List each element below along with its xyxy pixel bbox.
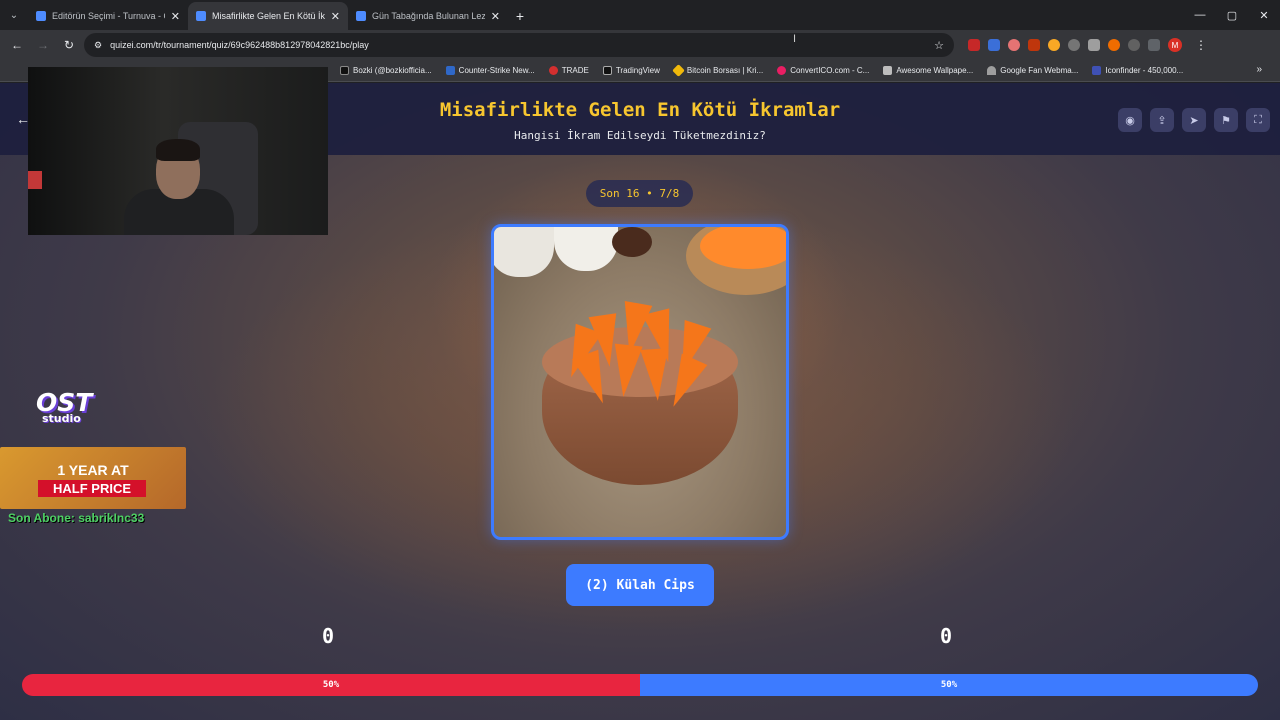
bookmark-item[interactable]: Awesome Wallpape... [883, 66, 973, 75]
bookmark-favicon [883, 66, 893, 75]
tab-search-icon[interactable]: ⌄ [0, 0, 28, 30]
binance-icon [671, 64, 685, 77]
extension-icon[interactable] [968, 39, 980, 51]
back-icon[interactable]: ← [6, 34, 28, 56]
cone-chips [557, 289, 720, 417]
vote-bar: 50% 50% [22, 674, 1258, 696]
bookmark-item[interactable]: ConvertICO.com - C... [777, 66, 869, 75]
sauce-shape [612, 227, 652, 257]
webcam-person [156, 139, 200, 161]
extension-icon[interactable] [1068, 39, 1080, 51]
extension-icon[interactable] [1088, 39, 1100, 51]
webcam-object [28, 171, 42, 189]
extension-icon[interactable] [1128, 39, 1140, 51]
browser-toolbar: ← → ↻ ⚙ quizei.com/tr/tournament/quiz/69… [0, 30, 1280, 60]
tab-1[interactable]: Editörün Seçimi - Turnuva - Qu ✕ [28, 2, 188, 30]
bookmark-item[interactable]: Counter-Strike New... [445, 66, 535, 75]
bookmark-star-icon[interactable]: ☆ [934, 39, 944, 52]
extension-icon[interactable] [1048, 39, 1060, 51]
extensions-puzzle-icon[interactable] [1148, 39, 1160, 51]
window-controls: — ▢ ✕ [1184, 0, 1280, 30]
tab-title: Misafirlikte Gelen En Kötü İkram [212, 11, 325, 21]
profile-avatar[interactable]: M [1168, 38, 1182, 52]
fullscreen-icon[interactable]: ⛶ [1246, 108, 1270, 132]
last-subscriber: Son Abone: sabrikInc33 [8, 511, 145, 525]
cone-chip [609, 343, 643, 399]
tab-favicon [356, 11, 366, 21]
close-icon[interactable]: ✕ [331, 10, 340, 23]
tab-favicon [196, 11, 206, 21]
extension-icon[interactable] [1108, 39, 1120, 51]
tradingview-icon [602, 66, 612, 75]
close-icon[interactable]: ✕ [171, 10, 180, 23]
bookmark-favicon [445, 66, 455, 75]
tab-favicon [36, 11, 46, 21]
extensions-row: M ⋮ [968, 34, 1212, 56]
reload-icon[interactable]: ↻ [58, 34, 80, 56]
chips-shape [700, 227, 786, 269]
promo-banner: 1 YEAR AT HALF PRICE [0, 447, 186, 509]
close-icon[interactable]: ✕ [491, 10, 500, 23]
promo-line2: HALF PRICE [38, 480, 146, 497]
promo-line1: 1 YEAR AT [57, 462, 129, 478]
bookmark-favicon [987, 66, 997, 75]
ost-studio-logo: OST studio [36, 390, 98, 430]
extension-icon[interactable] [1028, 39, 1040, 51]
extension-icon[interactable] [988, 39, 1000, 51]
choice-button[interactable]: (2) Külah Cips [566, 564, 714, 606]
vote-bar-right: 50% [640, 674, 1258, 696]
eye-icon[interactable]: ◉ [1118, 108, 1142, 132]
text-cursor-icon: I [793, 33, 797, 45]
tab-2[interactable]: Misafirlikte Gelen En Kötü İkram ✕ [188, 2, 348, 30]
vote-bar-left: 50% [22, 674, 640, 696]
send-icon[interactable]: ➤ [1182, 108, 1206, 132]
choice-image-card[interactable] [491, 224, 789, 540]
bookmark-item[interactable]: TRADE [548, 66, 589, 75]
bookmark-favicon [777, 66, 787, 75]
bookmark-favicon [548, 66, 558, 75]
bookmark-item[interactable]: Bozki (@bozkiofficia... [340, 66, 432, 75]
tab-bar: ⌄ Editörün Seçimi - Turnuva - Qu ✕ Misaf… [0, 0, 1280, 30]
webcam-overlay [28, 67, 328, 235]
tab-title: Editörün Seçimi - Turnuva - Qu [52, 11, 165, 21]
forward-icon[interactable]: → [32, 34, 54, 56]
share-icon[interactable]: ⇪ [1150, 108, 1174, 132]
bookmark-item[interactable]: Bitcoin Borsası | Kri... [671, 64, 763, 77]
browser-menu-icon[interactable]: ⋮ [1190, 34, 1212, 56]
tab-title: Gün Tabağında Bulunan Lezzet [372, 11, 485, 21]
extension-icon[interactable] [1008, 39, 1020, 51]
iconfinder-icon [1092, 66, 1102, 75]
score-left: 0 [322, 624, 335, 648]
bookmarks-overflow-icon[interactable]: » [1256, 64, 1262, 75]
maximize-icon[interactable]: ▢ [1216, 0, 1248, 30]
header-actions: ◉ ⇪ ➤ ⚑ ⛶ [1118, 108, 1270, 132]
round-indicator: Son 16 • 7/8 [586, 180, 693, 207]
address-bar[interactable]: ⚙ quizei.com/tr/tournament/quiz/69c96248… [84, 33, 954, 57]
close-window-icon[interactable]: ✕ [1248, 0, 1280, 30]
bookmark-item[interactable]: Google Fan Webma... [987, 66, 1078, 75]
tab-3[interactable]: Gün Tabağında Bulunan Lezzet ✕ [348, 2, 508, 30]
bookmark-item[interactable]: TradingView [602, 66, 660, 75]
score-right: 0 [940, 624, 953, 648]
minimize-icon[interactable]: — [1184, 0, 1216, 30]
site-info-icon[interactable]: ⚙ [94, 40, 102, 51]
new-tab-icon[interactable]: + [508, 2, 532, 30]
bookmark-item[interactable]: Iconfinder - 450,000... [1092, 66, 1183, 75]
tiktok-icon [340, 66, 349, 75]
url-text: quizei.com/tr/tournament/quiz/69c962488b… [110, 40, 369, 50]
flag-icon[interactable]: ⚑ [1214, 108, 1238, 132]
